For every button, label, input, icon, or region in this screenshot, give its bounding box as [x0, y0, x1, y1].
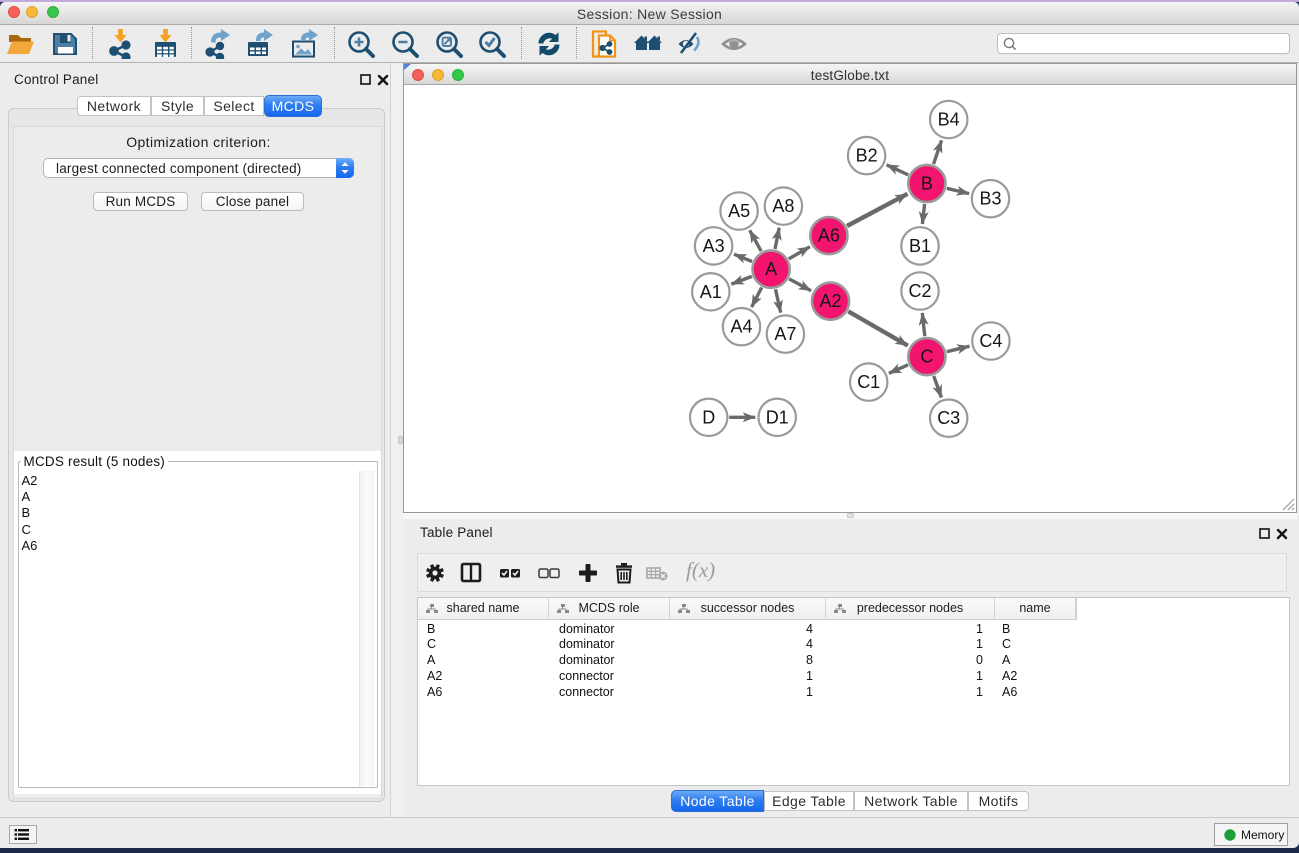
- svg-text:A5: A5: [728, 201, 750, 221]
- svg-text:B: B: [921, 174, 933, 194]
- svg-text:D: D: [702, 407, 715, 427]
- svg-text:B1: B1: [909, 236, 931, 256]
- svg-text:B4: B4: [938, 110, 960, 130]
- svg-text:C4: C4: [979, 331, 1002, 351]
- svg-text:A1: A1: [700, 282, 722, 302]
- svg-text:A6: A6: [818, 226, 840, 246]
- svg-text:C2: C2: [908, 281, 931, 301]
- svg-text:A8: A8: [772, 196, 794, 216]
- svg-text:C3: C3: [937, 408, 960, 428]
- svg-text:A4: A4: [730, 317, 752, 337]
- svg-text:A7: A7: [774, 324, 796, 344]
- svg-text:A2: A2: [819, 291, 841, 311]
- svg-text:D1: D1: [766, 407, 789, 427]
- svg-text:A3: A3: [703, 236, 725, 256]
- svg-text:B2: B2: [856, 146, 878, 166]
- svg-text:B3: B3: [979, 189, 1001, 209]
- svg-text:C1: C1: [857, 372, 880, 392]
- svg-text:A: A: [765, 259, 777, 279]
- svg-text:C: C: [920, 347, 933, 367]
